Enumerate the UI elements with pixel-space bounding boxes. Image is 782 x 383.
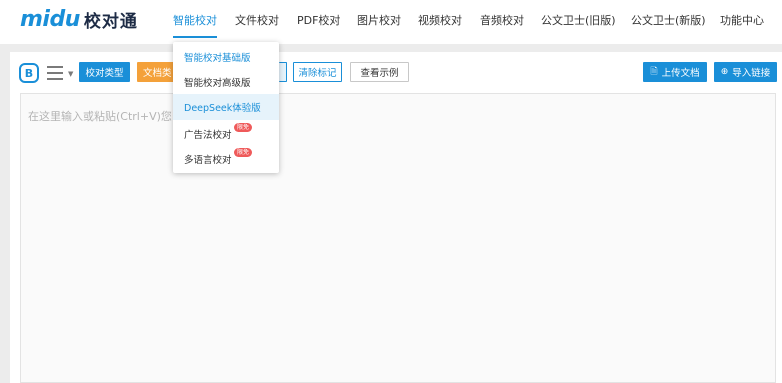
- clear-marks-button[interactable]: 清除标记: [293, 62, 342, 82]
- dropdown-item-advanced[interactable]: 智能校对高级版: [173, 69, 279, 95]
- dropdown-item-deepseek[interactable]: DeepSeek体验版: [173, 94, 279, 120]
- chevron-down-icon[interactable]: ▼: [68, 70, 73, 78]
- top-header: midu 校对通 智能校对 文件校对 PDF校对 图片校对 视频校对 音频校对 …: [0, 0, 782, 40]
- limited-free-badge: 限免: [234, 123, 253, 132]
- logo-cn-name: 校对通: [83, 11, 138, 32]
- nav-pdf-proofreading[interactable]: PDF校对: [297, 12, 340, 28]
- view-example-button[interactable]: 查看示例: [350, 62, 409, 82]
- dropdown-item-ad-law[interactable]: 广告法校对 限免: [173, 121, 279, 147]
- logo-wordmark: midu: [20, 6, 80, 32]
- dropdown-item-multilingual[interactable]: 多语言校对 限免: [173, 146, 279, 172]
- document-icon: 🗎: [650, 67, 658, 77]
- format-b-icon[interactable]: B: [19, 63, 39, 83]
- upload-doc-label: 上传文档: [661, 68, 700, 79]
- nav-document-guard-new[interactable]: 公文卫士(新版): [631, 12, 706, 28]
- plus-circle-icon: ⊕: [720, 67, 729, 77]
- nav-file-proofreading[interactable]: 文件校对: [235, 12, 279, 28]
- dropdown-item-ad-law-label: 广告法校对: [184, 130, 232, 141]
- nav-document-guard-old[interactable]: 公文卫士(旧版): [541, 12, 616, 28]
- import-link-label: 导入链接: [732, 68, 771, 79]
- text-editor[interactable]: [20, 93, 776, 383]
- dropdown-item-basic[interactable]: 智能校对基础版: [173, 44, 279, 70]
- nav-video-proofreading[interactable]: 视频校对: [418, 12, 462, 28]
- nav-audio-proofreading[interactable]: 音频校对: [480, 12, 524, 28]
- nav-smart-proofreading[interactable]: 智能校对: [173, 12, 217, 28]
- import-link-button[interactable]: ⊕ 导入链接: [714, 62, 777, 82]
- limited-free-badge: 限免: [234, 148, 253, 157]
- dropdown-item-multilingual-label: 多语言校对: [184, 155, 232, 166]
- list-menu-icon[interactable]: [47, 65, 67, 81]
- logo[interactable]: midu 校对通: [20, 6, 138, 32]
- editor-placeholder: 在这里输入或粘贴(Ctrl+V)您: [28, 110, 172, 123]
- nav-image-proofreading[interactable]: 图片校对: [357, 12, 401, 28]
- doc-type-button[interactable]: 文档类: [137, 62, 177, 82]
- active-tab-indicator: [173, 36, 217, 38]
- upload-doc-button[interactable]: 🗎 上传文档: [643, 62, 707, 82]
- hidden-button-edge[interactable]: [279, 62, 287, 82]
- proof-type-button[interactable]: 校对类型: [79, 62, 130, 82]
- smart-proofreading-dropdown: 智能校对基础版 智能校对高级版 DeepSeek体验版 广告法校对 限免 多语言…: [173, 42, 279, 173]
- nav-feature-center[interactable]: 功能中心: [720, 12, 764, 28]
